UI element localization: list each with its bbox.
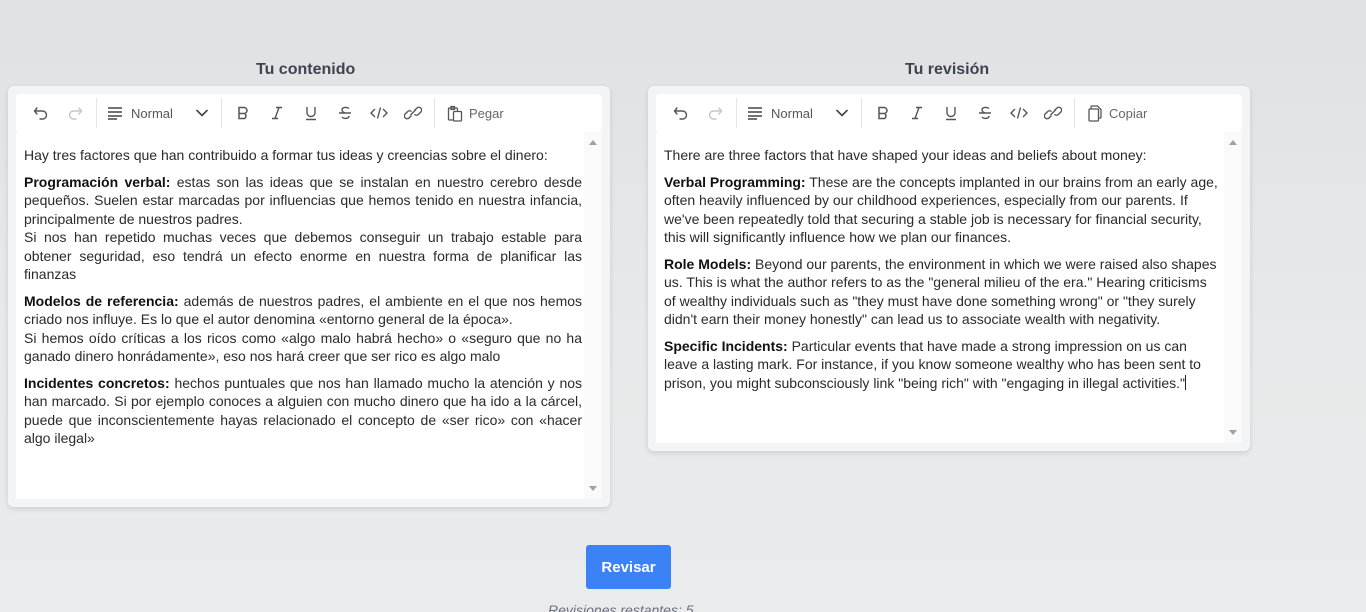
revision-paragraph: Role Models: Beyond our parents, the env… (664, 255, 1220, 329)
revision-editor[interactable]: There are three factors that have shaped… (656, 132, 1242, 443)
content-editor-panel: Normal Pegar Hay tres factores que han c… (8, 86, 610, 507)
redo-icon (708, 107, 723, 120)
link-icon (404, 106, 422, 120)
undo-button[interactable] (664, 94, 698, 132)
underline-button[interactable] (934, 94, 968, 132)
right-panel-title: Tu revisión (905, 61, 990, 78)
chevron-down-icon (835, 109, 849, 117)
content-text[interactable]: Hay tres factores que han contribuido a … (24, 146, 582, 456)
toolbar-divider (96, 98, 97, 128)
paste-button[interactable]: Pegar (439, 94, 512, 132)
undo-icon (33, 107, 48, 120)
code-button[interactable] (1002, 94, 1036, 132)
content-intro: Hay tres factores que han contribuido a … (24, 147, 548, 163)
toolbar-divider (736, 98, 737, 128)
italic-button[interactable] (260, 94, 294, 132)
underline-button[interactable] (294, 94, 328, 132)
toolbar-divider (1074, 98, 1075, 128)
block-format-select[interactable]: Normal (741, 94, 857, 132)
revision-scrollbar[interactable] (1224, 132, 1242, 443)
undo-icon (673, 107, 688, 120)
revision-intro: There are three factors that have shaped… (664, 147, 1147, 163)
redo-button[interactable] (58, 94, 92, 132)
content-item-label: Modelos de referencia: (24, 292, 179, 309)
content-paragraph: Incidentes concretos: hechos puntuales q… (24, 374, 582, 448)
content-scrollbar[interactable] (584, 132, 602, 499)
content-item-label: Programación verbal: (24, 173, 171, 190)
revision-item-label: Specific Incidents: (664, 337, 788, 354)
bold-icon (238, 106, 248, 120)
remaining-revisions-text: Revisiones restantes: 5 (548, 602, 694, 612)
block-format-select[interactable]: Normal (101, 94, 217, 132)
paste-label: Pegar (469, 105, 504, 121)
paste-icon (447, 105, 463, 122)
block-format-label: Normal (771, 105, 813, 121)
content-item-extra: Si nos han repetido muchas veces que deb… (24, 229, 582, 282)
bold-icon (878, 106, 888, 120)
revision-text[interactable]: There are three factors that have shaped… (664, 146, 1220, 400)
scroll-up-arrow[interactable] (1229, 140, 1237, 145)
revision-editor-toolbar: Normal Copiar (656, 94, 1242, 132)
bold-button[interactable] (226, 94, 260, 132)
revision-paragraph: Verbal Programming: These are the concep… (664, 173, 1220, 247)
strikethrough-icon (339, 106, 351, 120)
paragraph-icon (108, 107, 122, 120)
link-button[interactable] (1036, 94, 1070, 132)
content-editor-toolbar: Normal Pegar (16, 94, 602, 132)
code-button[interactable] (362, 94, 396, 132)
content-item-extra: Si hemos oído críticas a los ricos como … (24, 329, 582, 365)
scroll-down-arrow[interactable] (1229, 430, 1237, 435)
revision-paragraph: Specific Incidents: Particular events th… (664, 337, 1220, 393)
italic-icon (912, 106, 922, 120)
redo-icon (68, 107, 83, 120)
chevron-down-icon (195, 109, 209, 117)
undo-button[interactable] (24, 94, 58, 132)
underline-icon (946, 106, 956, 120)
code-icon (370, 107, 388, 119)
toolbar-divider (434, 98, 435, 128)
strikethrough-button[interactable] (968, 94, 1002, 132)
bold-button[interactable] (866, 94, 900, 132)
scroll-up-arrow[interactable] (589, 140, 597, 145)
toolbar-divider (221, 98, 222, 128)
paragraph-icon (748, 107, 762, 120)
link-button[interactable] (396, 94, 430, 132)
underline-icon (306, 106, 316, 120)
code-icon (1010, 107, 1028, 119)
revise-button[interactable]: Revisar (586, 545, 671, 589)
italic-icon (272, 106, 282, 120)
strikethrough-button[interactable] (328, 94, 362, 132)
revision-editor-panel: Normal Copiar There are three factors th… (648, 86, 1250, 451)
text-cursor (1185, 374, 1187, 390)
copy-label: Copiar (1109, 105, 1148, 121)
redo-button[interactable] (698, 94, 732, 132)
copy-icon (1088, 104, 1102, 122)
revision-item-label: Verbal Programming: (664, 173, 806, 190)
content-editor[interactable]: Hay tres factores que han contribuido a … (16, 132, 602, 499)
strikethrough-icon (979, 106, 991, 120)
block-format-label: Normal (131, 105, 173, 121)
scroll-down-arrow[interactable] (589, 486, 597, 491)
copy-button[interactable]: Copiar (1079, 94, 1155, 132)
revision-item-label: Role Models: (664, 255, 752, 272)
link-icon (1044, 106, 1062, 120)
left-panel-title: Tu contenido (256, 61, 356, 78)
content-item-label: Incidentes concretos: (24, 374, 170, 391)
content-paragraph: Modelos de referencia: además de nuestro… (24, 292, 582, 366)
toolbar-divider (861, 98, 862, 128)
content-paragraph: Programación verbal: estas son las ideas… (24, 173, 582, 284)
italic-button[interactable] (900, 94, 934, 132)
